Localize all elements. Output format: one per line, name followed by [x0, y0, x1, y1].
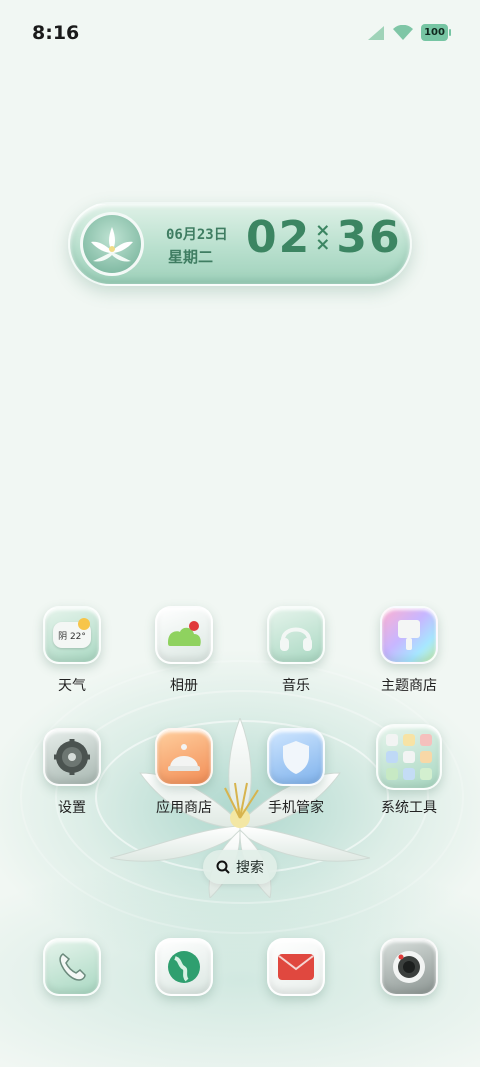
status-bar: 8:16 100 [0, 0, 480, 68]
app-label: 手机管家 [268, 800, 324, 816]
app-label: 应用商店 [156, 800, 212, 816]
clock-time: 02 × × 36 [246, 212, 402, 263]
clock-minute: 36 [336, 212, 402, 263]
search-button[interactable]: 搜索 [203, 850, 277, 884]
dock-messages[interactable] [251, 938, 341, 996]
app-settings[interactable]: 设置 [27, 728, 117, 817]
wifi-icon [393, 24, 413, 40]
clock-separator: × × [315, 219, 333, 255]
lily-emblem-icon [80, 212, 144, 276]
app-appstore[interactable]: 应用商店 [139, 728, 229, 817]
shield-icon [267, 728, 325, 786]
gear-icon [43, 728, 101, 786]
app-system-tools[interactable]: 系统工具 [364, 724, 454, 817]
cellular-signal-icon [368, 25, 384, 40]
app-label: 音乐 [282, 678, 310, 694]
clock-widget[interactable]: 06月23日 星期二 02 × × 36 [68, 202, 412, 286]
clock-weekday: 星期二 [168, 248, 214, 266]
search-label: 搜索 [236, 860, 264, 876]
app-store-icon [155, 728, 213, 786]
paint-brush-icon [380, 606, 438, 664]
dock-phone[interactable] [27, 938, 117, 996]
weather-icon: 阴 22° [43, 606, 101, 664]
folder-icon [376, 724, 442, 790]
dock-camera[interactable] [364, 938, 454, 996]
camera-icon [380, 938, 438, 996]
app-label: 系统工具 [381, 800, 437, 816]
app-label: 天气 [58, 678, 86, 694]
clock-date: 06月23日 [166, 227, 228, 243]
battery-indicator: 100 [421, 24, 451, 41]
photos-icon [155, 606, 213, 664]
app-themes[interactable]: 主题商店 [364, 606, 454, 695]
sun-icon [78, 618, 90, 630]
clock-hour: 02 [246, 212, 312, 263]
search-icon [216, 860, 230, 874]
status-time: 8:16 [32, 22, 80, 44]
app-label: 主题商店 [381, 678, 437, 694]
envelope-icon [267, 938, 325, 996]
globe-icon [155, 938, 213, 996]
dock-browser[interactable] [139, 938, 229, 996]
app-weather[interactable]: 阴 22° 天气 [27, 606, 117, 695]
phone-icon [43, 938, 101, 996]
app-label: 设置 [58, 800, 86, 816]
app-phone-manager[interactable]: 手机管家 [251, 728, 341, 817]
app-music[interactable]: 音乐 [251, 606, 341, 695]
app-photos[interactable]: 相册 [139, 606, 229, 695]
headphones-icon [267, 606, 325, 664]
app-label: 相册 [170, 678, 198, 694]
